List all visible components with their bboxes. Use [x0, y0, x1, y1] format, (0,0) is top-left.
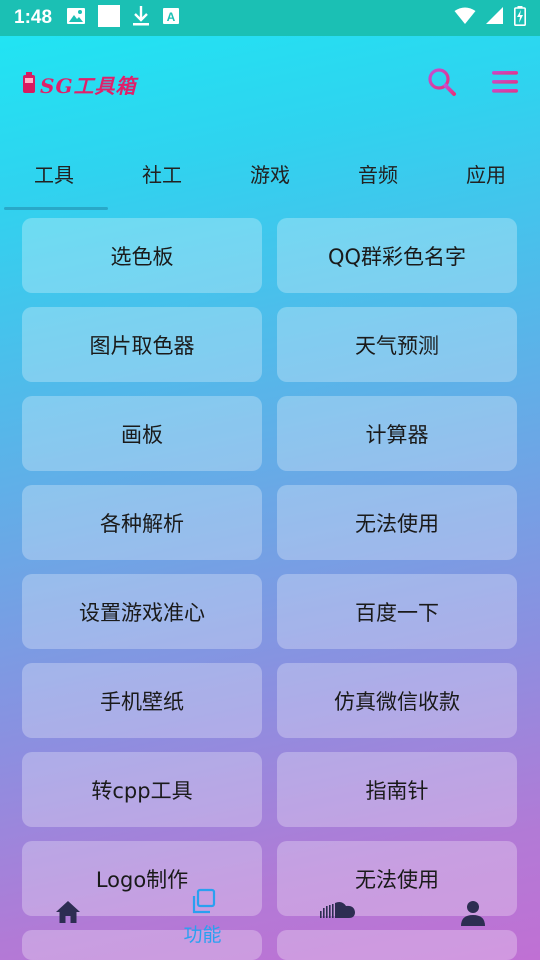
status-time: 1:48: [14, 7, 53, 28]
tab-tools[interactable]: 工具: [0, 150, 108, 196]
tool-button-weather[interactable]: 天气预测: [277, 307, 517, 382]
tool-button-cpp-converter[interactable]: 转cpp工具: [22, 752, 262, 827]
status-bar: 1:48 A: [0, 0, 540, 36]
tool-button-drawing-board[interactable]: 画板: [22, 396, 262, 471]
tab-apps[interactable]: 应用: [432, 150, 540, 196]
tab-audio[interactable]: 音频: [324, 150, 432, 196]
nav-profile[interactable]: [405, 884, 540, 960]
tool-button-wechat-payment[interactable]: 仿真微信收款: [277, 663, 517, 738]
category-tabs: 工具 社工 游戏 音频 应用: [0, 150, 540, 212]
image-icon: [66, 7, 86, 29]
tool-button-crosshair[interactable]: 设置游戏准心: [22, 574, 262, 649]
tool-button-wallpaper[interactable]: 手机壁纸: [22, 663, 262, 738]
svg-text:A: A: [167, 10, 176, 24]
tool-button-qq-group-name[interactable]: QQ群彩色名字: [277, 218, 517, 293]
download-icon: [132, 5, 150, 31]
cup-icon: [22, 71, 36, 98]
square-icon: [98, 5, 121, 31]
tab-games[interactable]: 游戏: [216, 150, 324, 196]
tool-button-color-picker[interactable]: 选色板: [22, 218, 262, 293]
nav-function[interactable]: 功能: [135, 884, 270, 960]
signal-icon: [486, 7, 504, 29]
status-icons-right: [454, 6, 526, 30]
wifi-icon: [454, 7, 476, 29]
tool-button-image-color-picker[interactable]: 图片取色器: [22, 307, 262, 382]
function-icon: [189, 888, 217, 920]
tool-button-baidu[interactable]: 百度一下: [277, 574, 517, 649]
menu-icon: [492, 70, 520, 98]
tool-button-compass[interactable]: 指南针: [277, 752, 517, 827]
status-icons-left: A: [66, 5, 180, 31]
soundcloud-icon: [319, 900, 356, 924]
nav-audio[interactable]: [270, 884, 405, 960]
tool-button-unavailable-1[interactable]: 无法使用: [277, 485, 517, 560]
nav-home[interactable]: [0, 884, 135, 960]
nav-function-label: 功能: [183, 924, 222, 946]
person-icon: [460, 900, 486, 930]
app-logo: SG工具箱: [22, 70, 137, 99]
home-icon: [55, 900, 81, 928]
bottom-nav: 功能: [0, 884, 540, 960]
tab-indicator: [4, 207, 108, 210]
menu-button[interactable]: [488, 66, 524, 102]
search-icon: [427, 67, 457, 101]
font-icon: A: [162, 7, 180, 29]
tab-social[interactable]: 社工: [108, 150, 216, 196]
battery-icon: [514, 6, 526, 30]
tool-button-parser[interactable]: 各种解析: [22, 485, 262, 560]
search-button[interactable]: [424, 66, 460, 102]
tool-button-calculator[interactable]: 计算器: [277, 396, 517, 471]
app-title: SG工具箱: [40, 74, 137, 98]
app-header: SG工具箱: [0, 36, 540, 132]
